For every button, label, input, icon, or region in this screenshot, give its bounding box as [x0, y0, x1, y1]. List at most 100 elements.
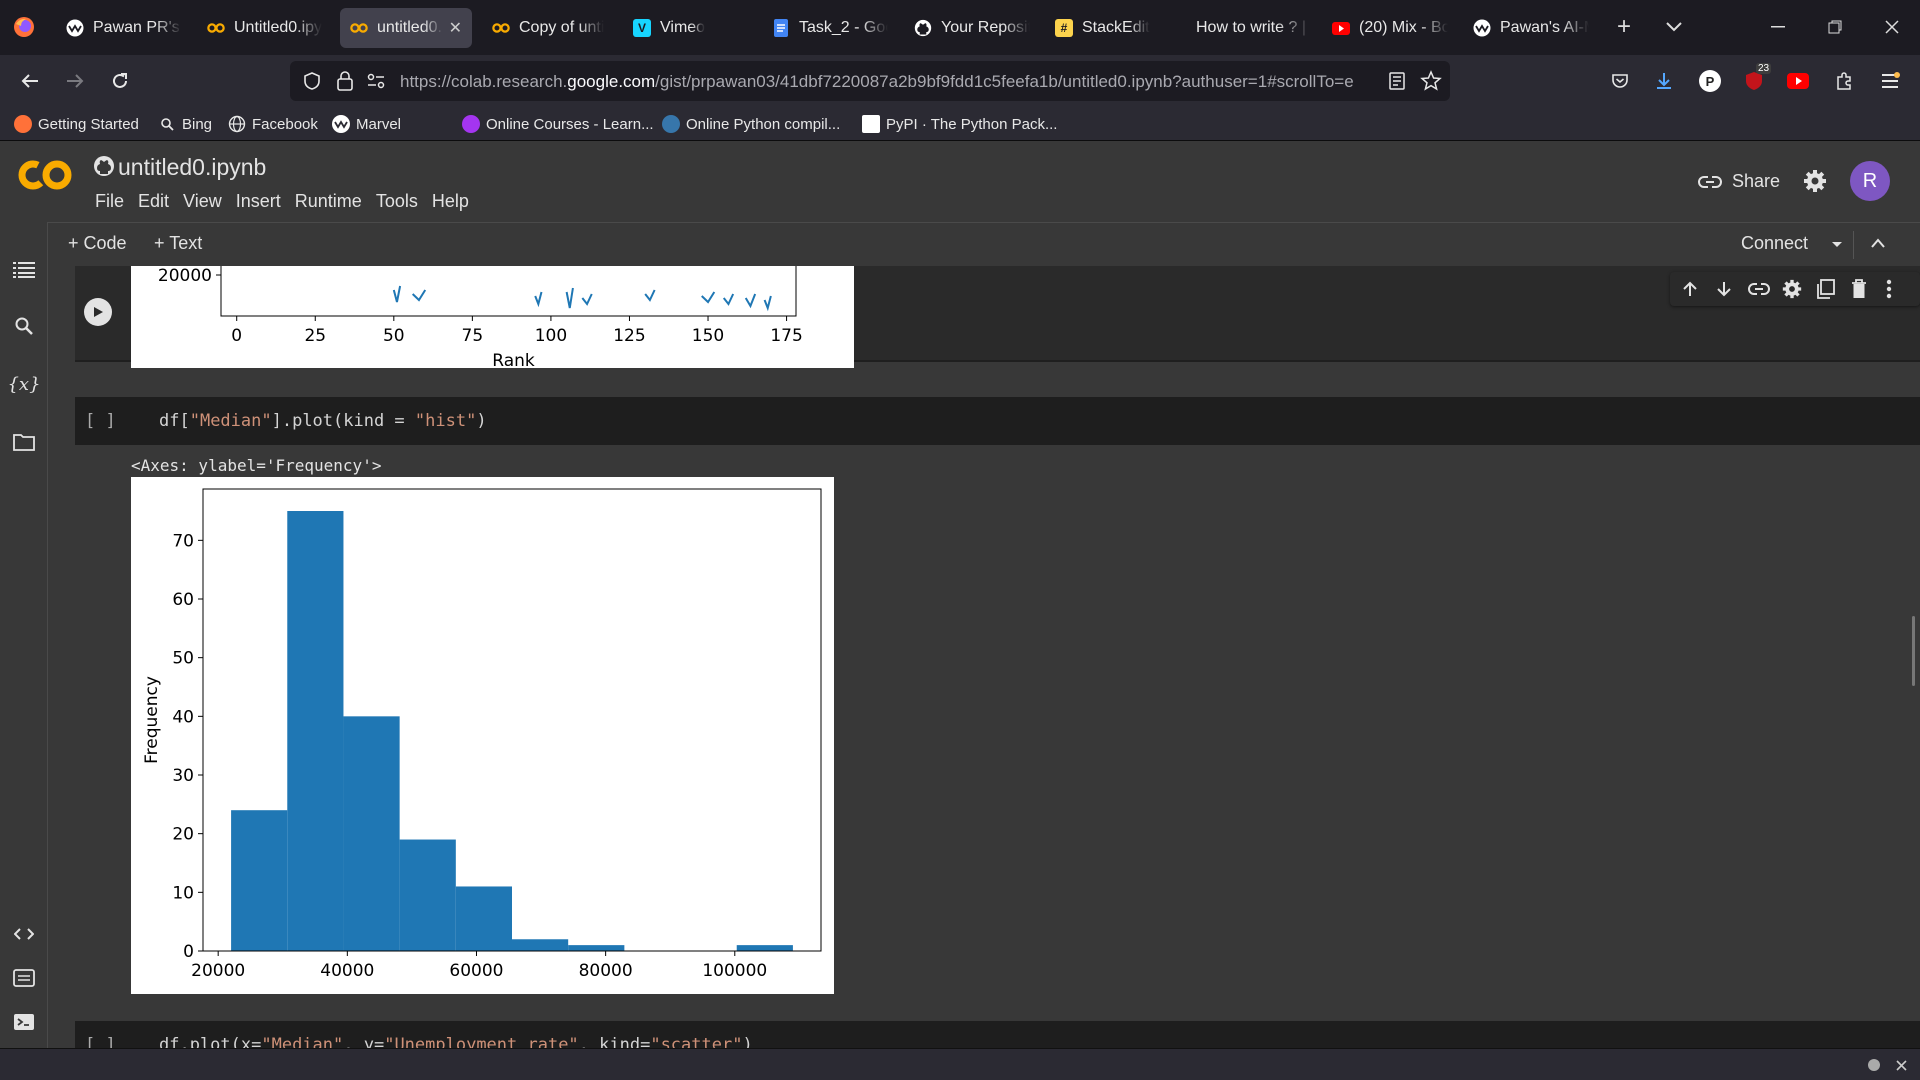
url-text[interactable]: https://colab.research.google.com/gist/p…: [400, 72, 1365, 92]
notebook-title[interactable]: untitled0.ipynb: [118, 154, 266, 181]
browser-tab[interactable]: V Vimeo: [623, 8, 759, 48]
line-chart-output: 20000 0 25 50 75 100 125 150 175 Rank: [131, 266, 854, 371]
avatar[interactable]: R: [1850, 161, 1890, 201]
app-menu-icon[interactable]: [1872, 63, 1908, 99]
add-code-button[interactable]: + Code: [68, 233, 127, 254]
more-options-icon[interactable]: [1886, 279, 1892, 299]
menu-item-help[interactable]: Help: [425, 191, 476, 212]
browser-tab[interactable]: Copy of unti: [482, 8, 618, 48]
permissions-icon[interactable]: [366, 71, 386, 96]
search-icon[interactable]: [12, 314, 36, 338]
firefox-menu-icon[interactable]: [12, 15, 36, 39]
browser-tab[interactable]: Task_2 - Goo: [762, 8, 898, 48]
x-tick-label: 25: [304, 326, 326, 346]
bookmarks-toolbar: Getting Started Bing Facebook Marvel Online …: [0, 107, 1920, 141]
command-palette-icon[interactable]: [12, 966, 36, 990]
reader-view-icon[interactable]: [1388, 71, 1406, 96]
move-up-icon[interactable]: [1682, 281, 1698, 297]
bookmark-item[interactable]: Marvel: [332, 114, 401, 134]
menu-item-view[interactable]: View: [176, 191, 229, 212]
browser-tab[interactable]: (20) Mix - Bo: [1322, 8, 1458, 48]
terminal-icon[interactable]: [12, 1010, 36, 1034]
x-axis-label: Rank: [492, 351, 535, 368]
shield-icon[interactable]: [302, 71, 322, 96]
browser-tab[interactable]: untitled0.ip ✕: [340, 8, 472, 48]
github-icon: [914, 19, 932, 37]
x-tick-label: 100: [535, 326, 567, 346]
profile-extension-icon[interactable]: P: [1692, 63, 1728, 99]
forward-button[interactable]: [57, 63, 93, 99]
youtube-extension-icon[interactable]: [1780, 63, 1816, 99]
settings-gear-icon[interactable]: [1803, 169, 1827, 198]
files-folder-icon[interactable]: [12, 430, 36, 454]
cell-code-text[interactable]: df.plot(x="Median", y="Unemployment_rate…: [159, 1035, 753, 1048]
histogram-bar: [399, 839, 456, 951]
bookmark-item[interactable]: Bing: [158, 114, 212, 134]
vimeo-icon: V: [633, 19, 651, 37]
cell-run-bracket[interactable]: [ ]: [85, 1035, 116, 1048]
close-tab-icon[interactable]: ✕: [449, 18, 462, 38]
minimize-button[interactable]: [1758, 8, 1798, 46]
browser-tab-label: How to write ? | L: [1196, 19, 1312, 36]
scrollbar-thumb[interactable]: [1912, 616, 1915, 686]
browser-tab[interactable]: How to write ? | L: [1186, 8, 1322, 48]
close-status-icon[interactable]: [1896, 1060, 1907, 1071]
bookmark-item[interactable]: Facebook: [228, 114, 318, 134]
bookmark-item[interactable]: PyPI · The Python Pack...: [862, 114, 1057, 134]
move-down-icon[interactable]: [1716, 281, 1732, 297]
browser-tab[interactable]: # StackEdit: [1045, 8, 1181, 48]
menu-item-file[interactable]: File: [88, 191, 131, 212]
add-text-button[interactable]: + Text: [154, 233, 202, 254]
plot-frame: [220, 266, 797, 317]
bookmark-item[interactable]: Online Courses - Learn...: [462, 114, 654, 134]
reload-button[interactable]: [102, 63, 138, 99]
lock-icon[interactable]: [336, 70, 354, 97]
extensions-icon[interactable]: [1826, 63, 1862, 99]
link-cell-icon[interactable]: [1748, 283, 1770, 295]
ublock-icon[interactable]: 23: [1736, 63, 1772, 99]
close-window-button[interactable]: [1872, 8, 1912, 46]
downloads-icon[interactable]: [1646, 63, 1682, 99]
share-button[interactable]: Share: [1698, 171, 1780, 192]
bookmark-item[interactable]: Online Python compil...: [662, 114, 840, 134]
bookmark-item[interactable]: Getting Started: [14, 114, 139, 134]
colab-logo-icon[interactable]: [18, 159, 72, 191]
browser-tab[interactable]: Pawan PR's P: [56, 8, 192, 48]
pocket-icon[interactable]: [1602, 63, 1638, 99]
colab-header: untitled0.ipynb File Edit View Insert Runtim…: [0, 141, 1920, 222]
bookmark-star-icon[interactable]: [1420, 70, 1442, 97]
menu-item-tools[interactable]: Tools: [369, 191, 425, 212]
caret-down-icon: [1832, 242, 1843, 247]
menu-item-edit[interactable]: Edit: [131, 191, 176, 212]
url-bar[interactable]: https://colab.research.google.com/gist/p…: [290, 61, 1450, 101]
restore-button[interactable]: [1815, 8, 1855, 46]
variables-icon[interactable]: {x}: [7, 372, 40, 396]
code-cell-3[interactable]: [ ] df.plot(x="Median", y="Unemployment_…: [75, 1021, 1920, 1048]
firefox-icon: [14, 115, 32, 133]
code-snippets-icon[interactable]: [12, 922, 36, 946]
cell-code-text[interactable]: df["Median"].plot(kind = "hist"): [159, 411, 487, 431]
histogram-bar: [512, 939, 569, 951]
tab-list-button[interactable]: [1654, 8, 1694, 46]
collapse-header-icon[interactable]: [1870, 236, 1886, 254]
delete-cell-icon[interactable]: [1851, 279, 1867, 299]
y-tick-label: 20000: [158, 266, 212, 286]
browser-tab[interactable]: Untitled0.ipy: [197, 8, 333, 48]
new-tab-button[interactable]: +: [1604, 8, 1644, 46]
colab-icon: [350, 19, 368, 37]
connect-button[interactable]: Connect: [1741, 233, 1843, 254]
back-button[interactable]: [12, 63, 48, 99]
cell-run-bracket[interactable]: [ ]: [85, 411, 116, 431]
browser-tab[interactable]: Pawan's AI-M: [1463, 8, 1599, 48]
colab-menu-bar: File Edit View Insert Runtime Tools Help: [88, 191, 476, 212]
menu-item-insert[interactable]: Insert: [229, 191, 288, 212]
menu-item-runtime[interactable]: Runtime: [288, 191, 369, 212]
browser-tab[interactable]: Your Reposit: [904, 8, 1040, 48]
run-cell-button[interactable]: [84, 298, 112, 326]
code-cell-2[interactable]: [ ] df["Median"].plot(kind = "hist"): [75, 397, 1920, 445]
x-tick-label: 80000: [579, 961, 633, 981]
cell-settings-icon[interactable]: [1782, 279, 1802, 299]
table-of-contents-icon[interactable]: [12, 258, 36, 282]
browser-tab-label: Pawan's AI-M: [1500, 19, 1589, 36]
mirror-cell-icon[interactable]: [1816, 279, 1836, 299]
